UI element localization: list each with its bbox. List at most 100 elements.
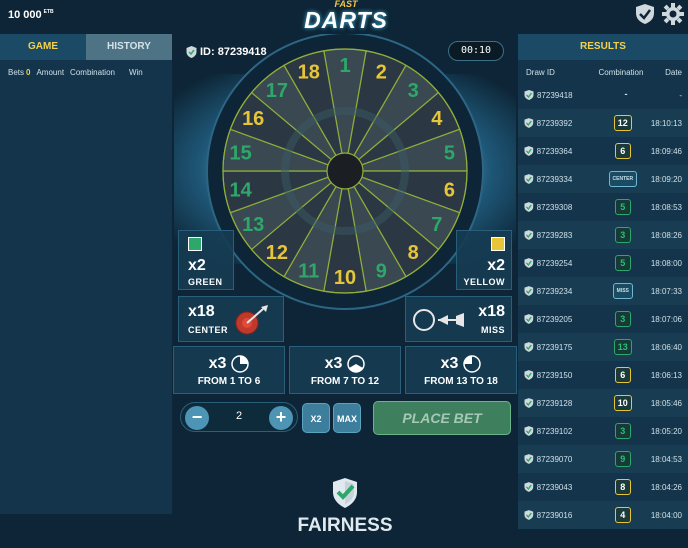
col-combination: Combination — [70, 68, 115, 77]
combination-cell: CENTER — [595, 171, 651, 187]
bet-green[interactable]: x2 GREEN — [178, 230, 234, 290]
result-row[interactable]: 87239128 10 18:05:46 — [518, 389, 688, 417]
result-row[interactable]: 87239102 3 18:05:20 — [518, 417, 688, 445]
bet-center[interactable]: x18 CENTER — [178, 296, 284, 342]
combination-cell: 6 — [595, 367, 651, 383]
board-number: 13 — [242, 214, 264, 236]
draw-date: 18:09:20 — [650, 174, 682, 184]
combination-badge: 9 — [614, 451, 631, 467]
gear-icon[interactable] — [662, 3, 684, 25]
left-panel: GAME HISTORY Bets 0 Amount Combination Wi… — [0, 34, 172, 514]
col-bets-label: Bets — [8, 68, 25, 77]
result-row[interactable]: 87239283 3 18:08:26 — [518, 221, 688, 249]
result-row[interactable]: 87239392 12 18:10:13 — [518, 109, 688, 137]
dart-target-icon — [235, 305, 268, 335]
increase-button[interactable]: + — [269, 406, 293, 430]
result-row[interactable]: 87239043 8 18:04:26 — [518, 473, 688, 501]
combination-cell: 13 — [595, 339, 651, 355]
draw-id: 87239150 — [536, 370, 573, 380]
balance-currency: ETB — [43, 9, 54, 15]
combination-badge: 3 — [614, 311, 631, 327]
combination-cell: - — [597, 87, 655, 103]
draw-id: 87239392 — [536, 118, 573, 128]
result-row[interactable]: 87239364 6 18:09:46 — [518, 137, 688, 165]
combination-badge: MISS — [612, 283, 633, 299]
combination-badge: 8 — [614, 479, 631, 495]
result-row[interactable]: 87239205 3 18:07:06 — [518, 305, 688, 333]
col-amount: Amount — [36, 68, 65, 77]
combination-cell: 5 — [595, 199, 651, 215]
verified-icon — [524, 286, 534, 296]
draw-id: 87239308 — [536, 202, 573, 212]
verified-icon — [524, 370, 534, 380]
verified-icon — [524, 510, 534, 520]
result-row[interactable]: 87239150 6 18:06:13 — [518, 361, 688, 389]
bet-miss[interactable]: x18 MISS — [405, 296, 512, 342]
bet-range-13-18[interactable]: x3 FROM 13 TO 18 — [405, 346, 517, 394]
tab-history[interactable]: HISTORY — [86, 34, 172, 60]
result-row[interactable]: 87239070 9 18:04:53 — [518, 445, 688, 473]
draw-id: 87239102 — [536, 426, 573, 436]
bet-center-label: CENTER — [188, 325, 229, 335]
decrease-button[interactable]: − — [185, 406, 209, 430]
combination-badge: 3 — [614, 227, 631, 243]
shield-check-icon[interactable] — [634, 3, 656, 25]
double-stake-button[interactable]: X2 — [302, 403, 330, 433]
bet-range1-mult: x3 — [208, 355, 227, 372]
draw-id: 87239043 — [536, 482, 573, 492]
draw-date: 18:05:20 — [650, 426, 682, 436]
bet-yellow[interactable]: x2 YELLOW — [456, 230, 512, 290]
round-id: ID: 87239418 — [186, 46, 267, 58]
draw-date: 18:08:26 — [650, 230, 682, 240]
panel-tabs: GAME HISTORY — [0, 34, 172, 60]
draw-id: 87239070 — [536, 454, 573, 464]
draw-date: 18:05:46 — [650, 398, 682, 408]
combination-cell: 5 — [595, 255, 651, 271]
verified-icon — [524, 482, 534, 492]
stake-input[interactable]: 2 — [211, 410, 267, 422]
bet-yellow-label: YELLOW — [463, 277, 505, 287]
max-stake-button[interactable]: MAX — [333, 403, 361, 433]
fairness-shield-icon — [333, 478, 357, 508]
combination-badge: 13 — [613, 339, 632, 355]
draw-id: 87239364 — [536, 146, 573, 156]
col-bets: Bets 0 — [8, 68, 30, 77]
tab-game[interactable]: GAME — [0, 34, 86, 60]
combination-cell: 6 — [595, 143, 651, 159]
col-draw-id: Draw ID — [526, 68, 555, 77]
board-number: 17 — [266, 80, 288, 102]
combination-badge: 5 — [614, 199, 631, 215]
fairness-label: FAIRNESS — [297, 515, 393, 536]
draw-date: 18:08:53 — [650, 202, 682, 212]
draw-date: 18:06:13 — [650, 370, 682, 380]
combination-badge: CENTER — [608, 171, 638, 187]
board-number: 15 — [229, 143, 251, 165]
result-row[interactable]: 87239175 13 18:06:40 — [518, 333, 688, 361]
verified-icon — [524, 174, 534, 184]
bet-range-1-6[interactable]: x3 FROM 1 TO 6 — [173, 346, 285, 394]
bet-range-7-12[interactable]: x3 FROM 7 TO 12 — [289, 346, 401, 394]
col-combination: Combination — [598, 68, 644, 77]
bet-miss-label: MISS — [480, 325, 505, 335]
verified-icon — [524, 90, 534, 100]
combination-cell: 12 — [595, 115, 651, 131]
result-row[interactable]: 87239418 - - — [518, 81, 688, 109]
result-row[interactable]: 87239254 5 18:08:00 — [518, 249, 688, 277]
combination-badge: 12 — [613, 115, 632, 131]
board-bullseye — [326, 152, 364, 190]
dart-miss-icon — [413, 309, 464, 331]
combination-badge: 4 — [614, 507, 631, 523]
balance-amount: 10 000 — [8, 9, 42, 21]
bet-green-mult: x2 — [188, 257, 206, 274]
result-row[interactable]: 87239234 MISS 18:07:33 — [518, 277, 688, 305]
result-row[interactable]: 87239016 4 18:04:00 — [518, 501, 688, 529]
fairness-link[interactable]: FAIRNESS — [290, 478, 400, 537]
result-row[interactable]: 87239308 5 18:08:53 — [518, 193, 688, 221]
result-row[interactable]: 87239334 CENTER 18:09:20 — [518, 165, 688, 193]
board-number: 8 — [408, 242, 419, 264]
place-bet-button[interactable]: PLACE BET — [373, 401, 511, 435]
bet-range2-mult: x3 — [324, 355, 343, 372]
board-number: 4 — [431, 108, 443, 130]
bet-miss-mult: x18 — [478, 303, 505, 320]
col-win: Win — [128, 68, 143, 77]
